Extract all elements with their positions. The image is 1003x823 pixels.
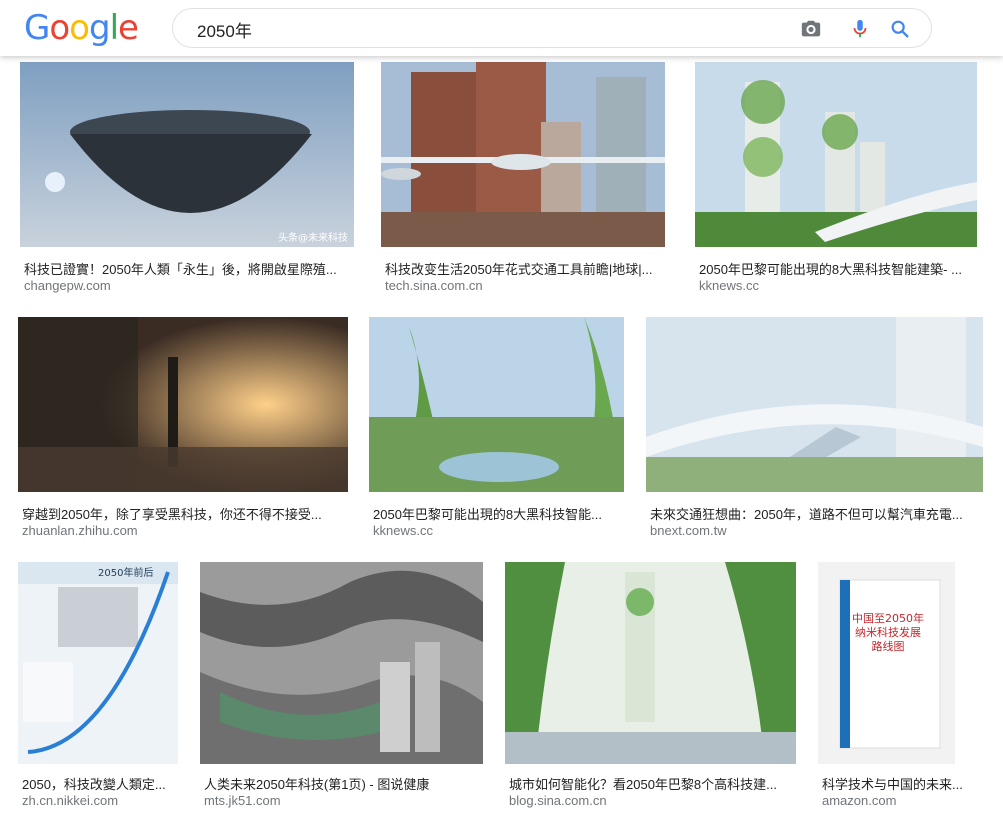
result-thumbnail-8[interactable]: [200, 562, 483, 764]
google-logo[interactable]: Google: [24, 8, 139, 48]
result-source[interactable]: amazon.com: [822, 793, 896, 808]
book-title-line1: 中国至2050年: [852, 611, 924, 625]
result-thumbnail-4[interactable]: [18, 317, 348, 492]
result-caption[interactable]: 城市如何智能化？看2050年巴黎8个高科技建...: [509, 774, 794, 793]
image-header-text: 2050年前后: [98, 566, 153, 579]
camera-icon[interactable]: [800, 18, 822, 40]
result-source[interactable]: changepw.com: [24, 278, 111, 293]
search-icon[interactable]: [889, 18, 911, 40]
result-caption[interactable]: 未來交通狂想曲：2050年，道路不但可以幫汽車充電...: [650, 504, 982, 523]
result-thumbnail-10[interactable]: 中国至2050年 纳米科技发展 路线图: [818, 562, 955, 764]
result-thumbnail-7[interactable]: 2050年前后: [18, 562, 178, 764]
result-source[interactable]: zhuanlan.zhihu.com: [22, 523, 138, 538]
result-thumbnail-5[interactable]: [369, 317, 624, 492]
result-source[interactable]: zh.cn.nikkei.com: [22, 793, 118, 808]
result-source[interactable]: tech.sina.com.cn: [385, 278, 483, 293]
result-source[interactable]: bnext.com.tw: [650, 523, 727, 538]
result-thumbnail-1[interactable]: 头条@未来科技: [20, 62, 354, 247]
result-caption[interactable]: 科技改变生活2050年花式交通工具前瞻|地球|...: [385, 259, 675, 278]
microphone-icon[interactable]: [849, 18, 871, 40]
result-caption[interactable]: 2050年巴黎可能出現的8大黑科技智能建築- ...: [699, 259, 984, 278]
result-caption[interactable]: 穿越到2050年，除了享受黑科技，你还不得不接受...: [22, 504, 342, 523]
result-source[interactable]: mts.jk51.com: [204, 793, 281, 808]
image-watermark: 头条@未来科技: [278, 231, 348, 244]
result-caption[interactable]: 2050年巴黎可能出現的8大黑科技智能...: [373, 504, 623, 523]
logo-letter-o1: o: [49, 8, 70, 48]
result-source[interactable]: blog.sina.com.cn: [509, 793, 607, 808]
logo-letter-g2: g: [88, 8, 111, 48]
result-thumbnail-9[interactable]: [505, 562, 796, 764]
result-thumbnail-6[interactable]: [646, 317, 983, 492]
result-caption[interactable]: 科学技术与中国的未来...: [822, 774, 990, 793]
book-title-line3: 路线图: [872, 639, 905, 653]
result-caption[interactable]: 人类未来2050年科技(第1页) - 图说健康: [204, 774, 489, 793]
result-source[interactable]: kknews.cc: [373, 523, 433, 538]
logo-letter-o2: o: [69, 8, 90, 48]
result-thumbnail-2[interactable]: [381, 62, 665, 247]
result-caption[interactable]: 2050，科技改變人類定...: [22, 774, 182, 793]
logo-letter-e: e: [118, 8, 139, 48]
search-input[interactable]: [195, 17, 759, 41]
header-bar: Google: [0, 0, 1003, 56]
result-source[interactable]: kknews.cc: [699, 278, 759, 293]
result-thumbnail-3[interactable]: [695, 62, 977, 247]
search-box: [172, 8, 932, 48]
result-caption[interactable]: 科技已證實！2050年人類「永生」後，將開啟星際殖...: [24, 259, 360, 278]
logo-letter-l: l: [109, 8, 120, 48]
logo-letter-g: G: [24, 8, 50, 48]
book-title-line2: 纳米科技发展: [855, 625, 921, 639]
